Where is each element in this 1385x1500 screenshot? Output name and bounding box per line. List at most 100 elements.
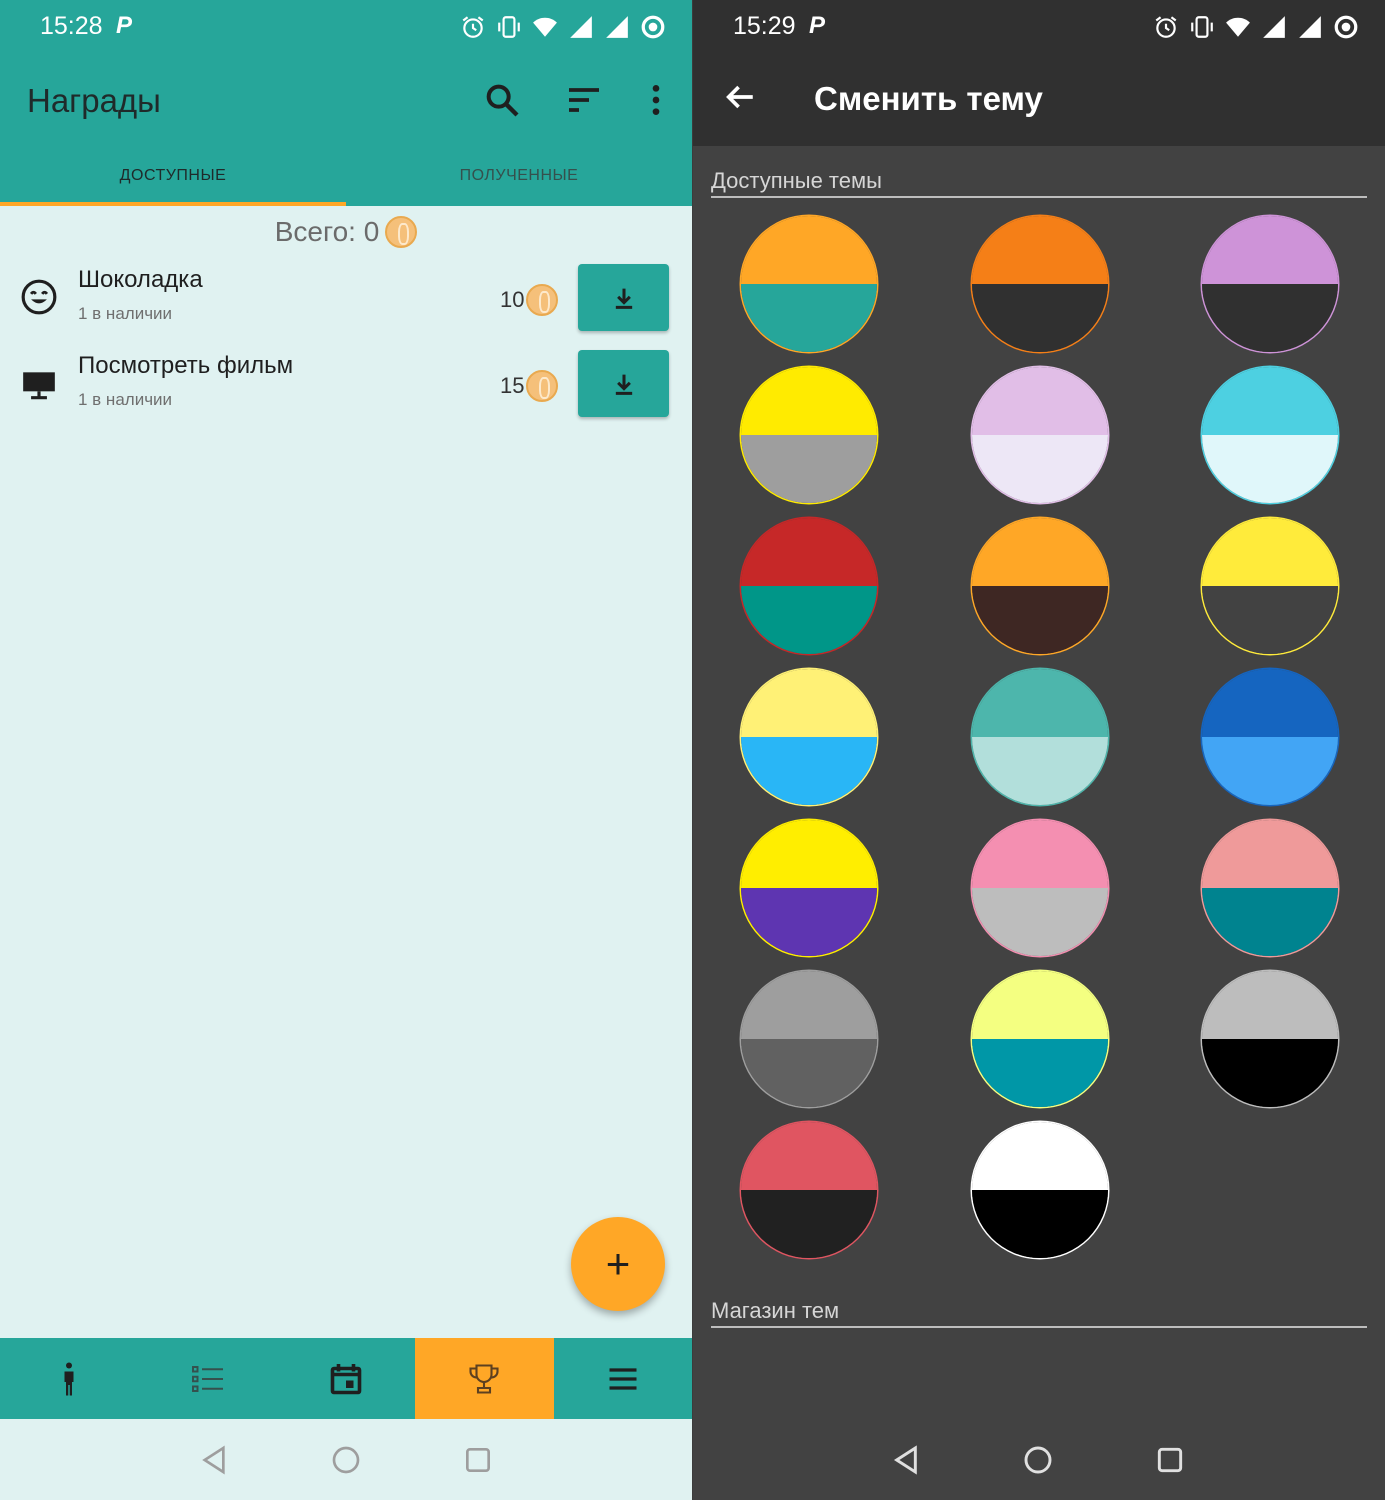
back-nav-icon[interactable] xyxy=(890,1444,922,1476)
plus-icon: + xyxy=(605,1240,631,1287)
nav-tasks[interactable] xyxy=(138,1338,276,1419)
system-navbar xyxy=(191,1419,501,1500)
theme-swatch[interactable] xyxy=(972,971,1108,1107)
theme-primary-half xyxy=(1202,971,1338,1039)
reward-stock: 1 в наличии xyxy=(78,304,173,323)
app-bar: 15:29 P Сменить тему xyxy=(693,0,1385,146)
reward-price: 15 xyxy=(500,370,559,402)
reward-title: Шоколадка xyxy=(78,266,203,293)
recents-nav-icon[interactable] xyxy=(462,1444,494,1476)
reward-row[interactable]: Посмотреть фильм 1 в наличии 15 xyxy=(0,350,692,436)
more-options-icon[interactable] xyxy=(636,80,676,120)
signal-2-icon xyxy=(606,16,628,38)
theme-secondary-half xyxy=(1202,888,1338,956)
home-nav-icon[interactable] xyxy=(330,1444,362,1476)
back-arrow-icon[interactable] xyxy=(723,80,757,114)
theme-swatch[interactable] xyxy=(972,1122,1108,1258)
theme-swatch[interactable] xyxy=(972,669,1108,805)
theme-swatch[interactable] xyxy=(741,367,877,503)
theme-primary-half xyxy=(1202,216,1338,284)
add-reward-button[interactable]: + xyxy=(571,1217,665,1311)
theme-secondary-half xyxy=(1202,586,1338,654)
theme-swatch[interactable] xyxy=(1202,820,1338,956)
recents-nav-icon[interactable] xyxy=(1154,1444,1186,1476)
theme-secondary-half xyxy=(972,737,1108,805)
parking-notification-icon: P xyxy=(809,12,826,39)
coin-icon xyxy=(526,370,559,402)
theme-secondary-half xyxy=(741,1039,877,1107)
app-bar: Награды xyxy=(0,54,692,150)
theme-secondary-half xyxy=(972,1039,1108,1107)
tab-available[interactable]: ДОСТУПНЫЕ xyxy=(0,150,346,206)
theme-swatch[interactable] xyxy=(741,216,877,352)
rewards-screen: 15:28 P Награды ДОСТУПНЫЕ ПОЛУЧЕННЫЕ Все… xyxy=(0,0,692,1500)
reward-row[interactable]: Шоколадка 1 в наличии 10 xyxy=(0,264,692,350)
nav-profile[interactable] xyxy=(0,1338,138,1419)
theme-swatch[interactable] xyxy=(972,518,1108,654)
section-available-themes: Доступные темы xyxy=(711,168,1367,198)
wifi-icon xyxy=(1226,17,1250,37)
theme-swatch[interactable] xyxy=(741,1122,877,1258)
theme-secondary-half xyxy=(741,1190,877,1258)
search-icon[interactable] xyxy=(482,80,522,120)
theme-primary-half xyxy=(741,820,877,888)
theme-swatch[interactable] xyxy=(741,820,877,956)
theme-swatch[interactable] xyxy=(1202,518,1338,654)
nav-calendar[interactable] xyxy=(277,1338,415,1419)
theme-swatch[interactable] xyxy=(972,367,1108,503)
theme-primary-half xyxy=(1202,518,1338,586)
signal-icon xyxy=(570,16,592,38)
nav-menu[interactable] xyxy=(554,1338,692,1419)
home-nav-icon[interactable] xyxy=(1022,1444,1054,1476)
theme-primary-half xyxy=(1202,820,1338,888)
nav-rewards[interactable] xyxy=(415,1338,554,1419)
theme-primary-half xyxy=(972,820,1108,888)
theme-secondary-half xyxy=(741,284,877,352)
system-navbar xyxy=(883,1419,1193,1500)
theme-secondary-half xyxy=(1202,1039,1338,1107)
theme-swatch[interactable] xyxy=(1202,367,1338,503)
theme-primary-half xyxy=(972,669,1108,737)
page-title: Сменить тему xyxy=(814,80,1043,117)
download-icon xyxy=(615,374,632,395)
theme-swatch[interactable] xyxy=(1202,669,1338,805)
back-nav-icon[interactable] xyxy=(198,1444,230,1476)
theme-swatch[interactable] xyxy=(741,971,877,1107)
theme-swatch[interactable] xyxy=(1202,216,1338,352)
theme-swatch[interactable] xyxy=(741,669,877,805)
tab-received[interactable]: ПОЛУЧЕННЫЕ xyxy=(346,150,692,206)
theme-primary-half xyxy=(972,971,1108,1039)
calendar-icon xyxy=(330,1363,362,1394)
status-time: 15:28 xyxy=(40,12,103,40)
reward-stock: 1 в наличии xyxy=(78,390,173,409)
theme-secondary-half xyxy=(972,586,1108,654)
total-balance: Всего: 0 xyxy=(0,216,692,248)
theme-primary-half xyxy=(972,1122,1108,1190)
theme-secondary-half xyxy=(741,737,877,805)
theme-primary-half xyxy=(972,518,1108,586)
smiley-icon xyxy=(21,279,57,315)
section-theme-store: Магазин тем xyxy=(711,1298,1367,1328)
coin-icon xyxy=(526,284,559,316)
vibrate-icon xyxy=(1191,16,1213,38)
theme-screen: 15:29 P Сменить тему Доступные темы Мага… xyxy=(693,0,1385,1500)
theme-secondary-half xyxy=(972,888,1108,956)
alarm-icon xyxy=(1155,16,1177,38)
redeem-button[interactable] xyxy=(578,350,669,417)
coin-icon xyxy=(385,216,418,248)
theme-swatch[interactable] xyxy=(741,518,877,654)
parking-notification-icon: P xyxy=(116,12,133,39)
trophy-icon xyxy=(469,1363,499,1394)
sort-icon[interactable] xyxy=(564,80,604,120)
person-icon xyxy=(64,1362,74,1395)
theme-swatch[interactable] xyxy=(972,216,1108,352)
redeem-button[interactable] xyxy=(578,264,669,331)
list-icon xyxy=(191,1365,223,1392)
status-bar: 15:28 P xyxy=(0,0,692,54)
menu-icon xyxy=(609,1367,637,1390)
theme-swatch[interactable] xyxy=(1202,971,1338,1107)
theme-secondary-half xyxy=(741,888,877,956)
page-title: Награды xyxy=(27,82,161,119)
reward-price-value: 10 xyxy=(500,287,525,312)
theme-swatch[interactable] xyxy=(972,820,1108,956)
